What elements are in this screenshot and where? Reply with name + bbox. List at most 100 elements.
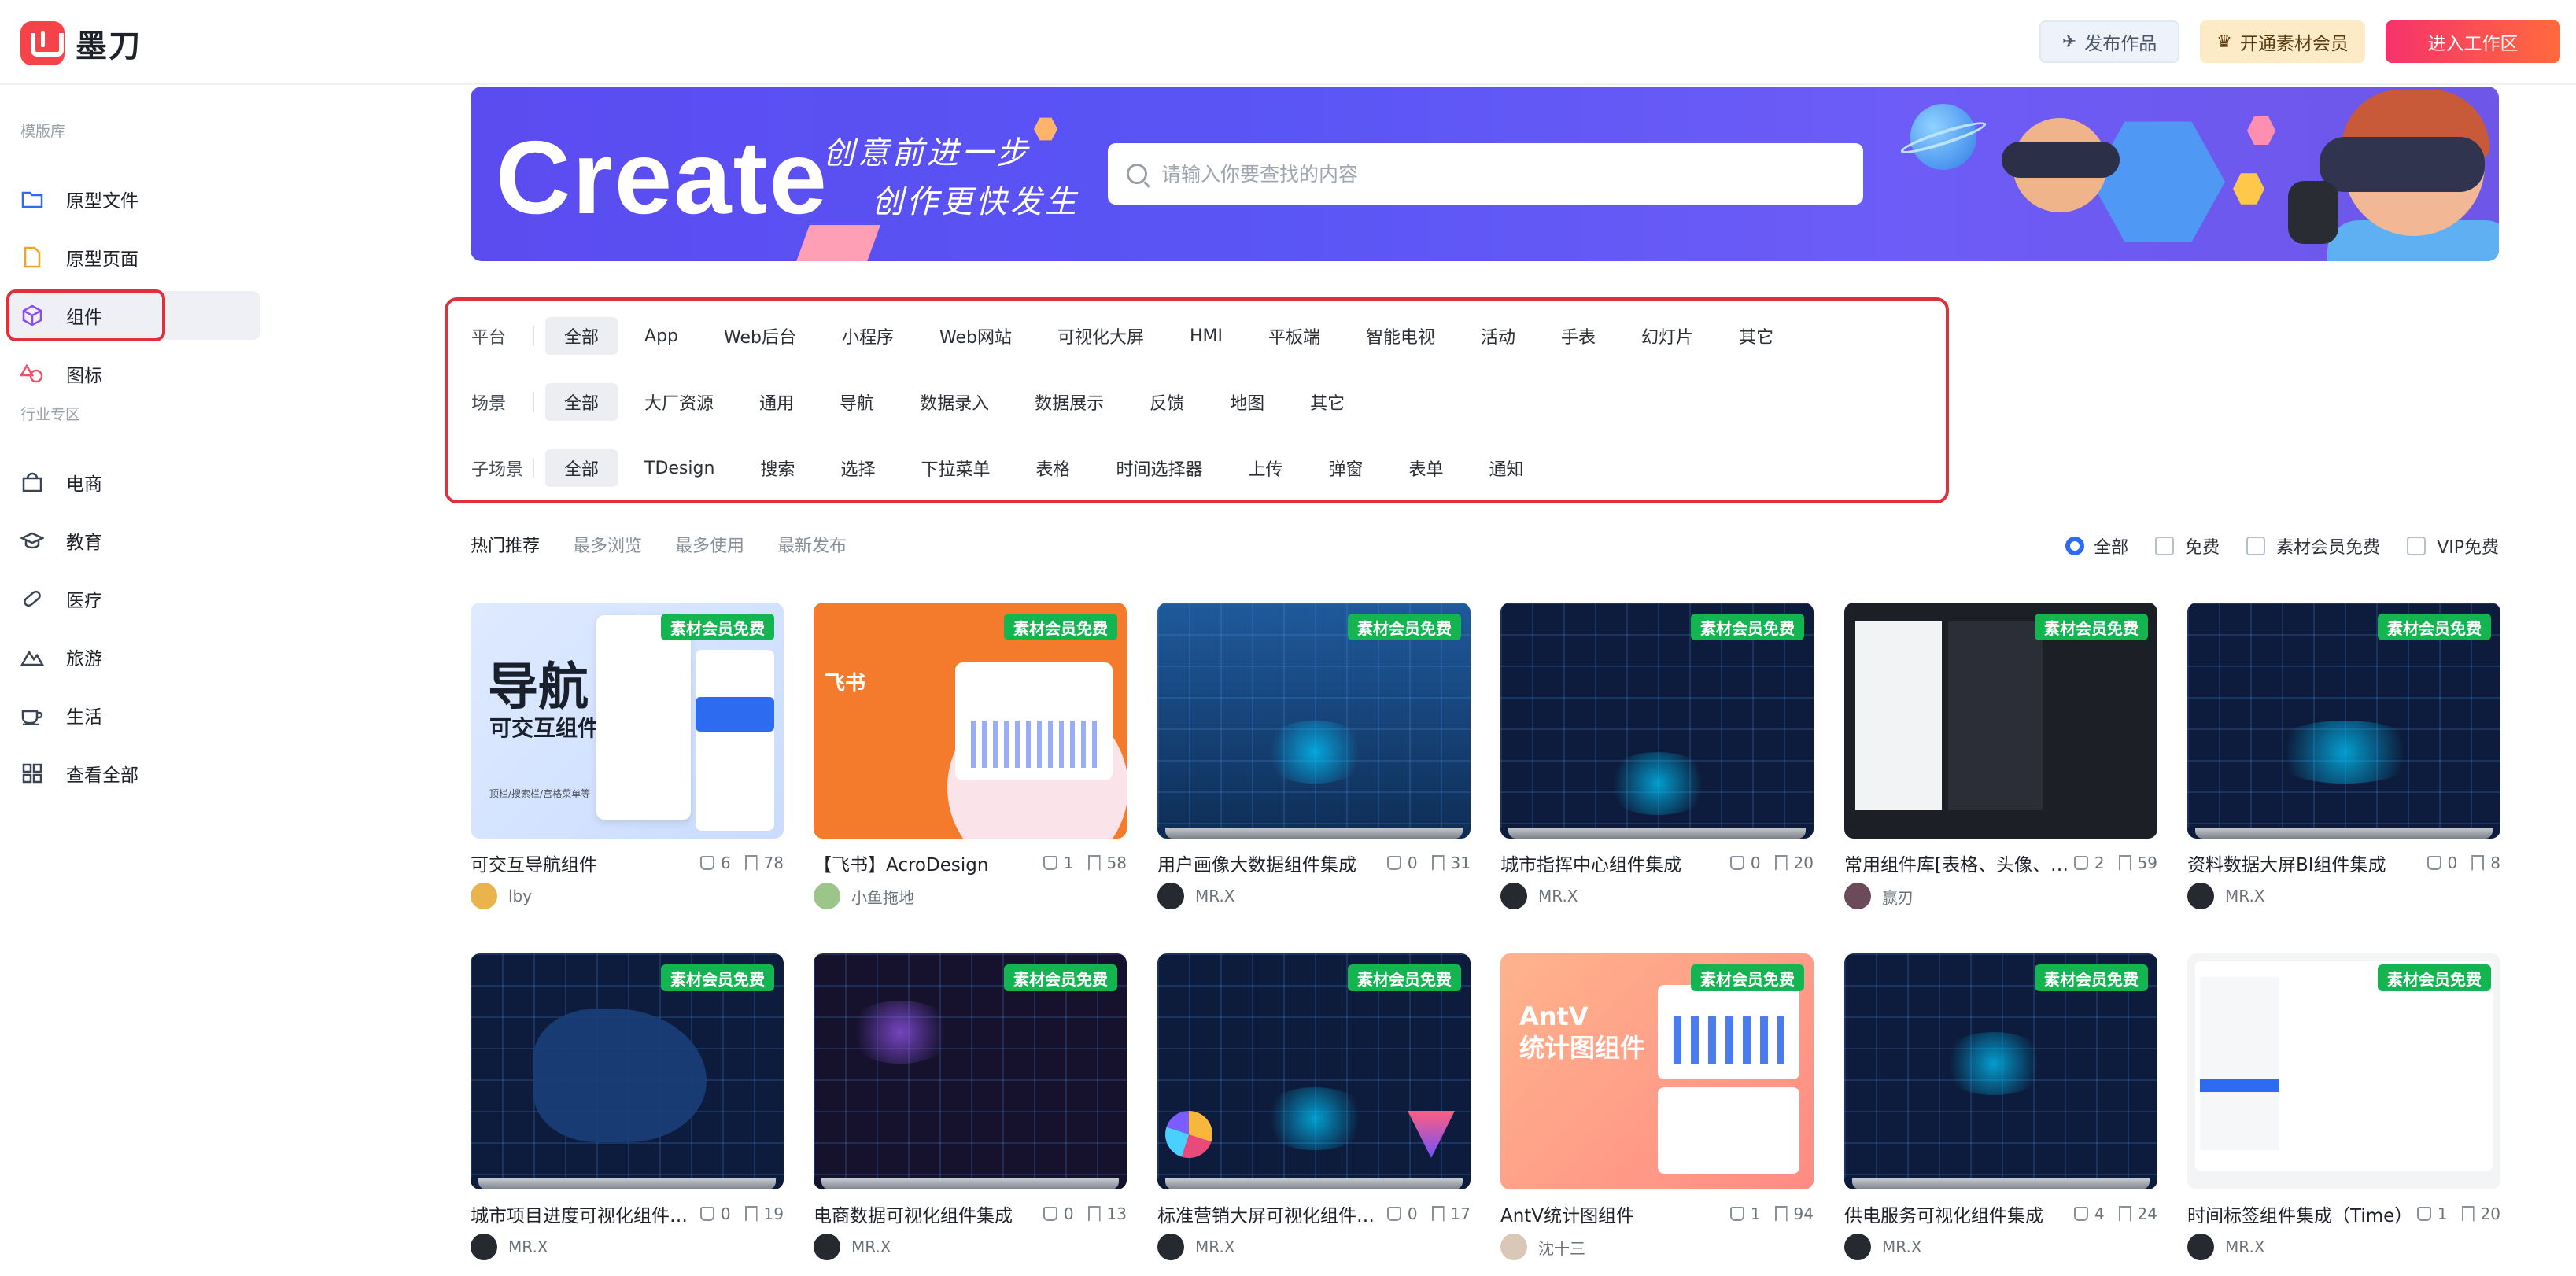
card-author[interactable]: MR.X bbox=[471, 1234, 784, 1260]
filter-chip[interactable]: 弹窗 bbox=[1310, 449, 1382, 487]
card-author[interactable]: MR.X bbox=[1157, 1234, 1471, 1260]
filter-chip[interactable]: 幻灯片 bbox=[1622, 317, 1712, 355]
card-title[interactable]: 标准营销大屏可视化组件… bbox=[1157, 1200, 1375, 1227]
filter-chip[interactable]: 大厂资源 bbox=[626, 383, 733, 421]
card-thumbnail[interactable]: 飞书 素材会员免费 bbox=[814, 603, 1127, 839]
card-title[interactable]: 资料数据大屏BI组件集成 bbox=[2187, 850, 2386, 876]
card-title[interactable]: 城市指挥中心组件集成 bbox=[1500, 850, 1681, 876]
option-member-free[interactable]: 素材会员免费 bbox=[2246, 533, 2380, 559]
filter-chip[interactable]: 导航 bbox=[821, 383, 893, 421]
filter-chip[interactable]: 全部 bbox=[545, 383, 618, 421]
filter-chip[interactable]: 搜索 bbox=[741, 449, 814, 487]
sidebar-item-education[interactable]: 教育 bbox=[9, 516, 260, 565]
card-thumbnail[interactable]: 素材会员免费 bbox=[1844, 603, 2157, 839]
logo[interactable]: 墨刀 bbox=[20, 20, 142, 66]
card-author[interactable]: 小鱼拖地 bbox=[814, 883, 1127, 909]
like-icon[interactable] bbox=[1729, 856, 1744, 870]
filter-chip[interactable]: 活动 bbox=[1462, 317, 1534, 355]
card-thumbnail[interactable]: 素材会员免费 bbox=[2187, 953, 2500, 1189]
filter-chip[interactable]: App bbox=[626, 317, 697, 355]
filter-chip[interactable]: 上传 bbox=[1230, 449, 1302, 487]
sidebar-item-components[interactable]: 组件 bbox=[6, 289, 260, 341]
like-icon[interactable] bbox=[2073, 856, 2088, 870]
filter-chip[interactable]: 时间选择器 bbox=[1097, 449, 1221, 487]
like-icon[interactable] bbox=[2427, 856, 2441, 870]
card-title[interactable]: 电商数据可视化组件集成 bbox=[814, 1200, 1013, 1227]
card-title[interactable]: AntV统计图组件 bbox=[1500, 1200, 1634, 1227]
sidebar-item-view-all[interactable]: 查看全部 bbox=[9, 749, 260, 798]
card-title[interactable]: 时间标签组件集成（Time） bbox=[2187, 1200, 2412, 1227]
filter-chip[interactable]: 手表 bbox=[1542, 317, 1615, 355]
sort-tab-newest[interactable]: 最新发布 bbox=[777, 532, 847, 557]
bookmark-icon[interactable] bbox=[1431, 855, 1445, 871]
template-card[interactable]: 飞书 素材会员免费 【飞书】AcroDesign 1 58 小鱼拖地 bbox=[814, 603, 1127, 909]
bookmark-icon[interactable] bbox=[744, 1206, 758, 1222]
card-title[interactable]: 【飞书】AcroDesign bbox=[814, 850, 988, 876]
card-author[interactable]: MR.X bbox=[814, 1234, 1127, 1260]
card-thumbnail[interactable]: 素材会员免费 bbox=[814, 953, 1127, 1189]
bookmark-icon[interactable] bbox=[2461, 1206, 2475, 1222]
vip-button[interactable]: ♛ 开通素材会员 bbox=[2200, 20, 2365, 63]
sort-tab-hot[interactable]: 热门推荐 bbox=[471, 532, 540, 557]
template-card[interactable]: 素材会员免费 电商数据可视化组件集成 0 13 MR.X bbox=[814, 953, 1127, 1260]
filter-chip[interactable]: 其它 bbox=[1720, 317, 1792, 355]
card-thumbnail[interactable]: 素材会员免费 bbox=[471, 953, 784, 1189]
template-card[interactable]: 素材会员免费 用户画像大数据组件集成 0 31 MR.X bbox=[1157, 603, 1471, 909]
sidebar-item-prototype-pages[interactable]: 原型页面 bbox=[9, 233, 260, 282]
bookmark-icon[interactable] bbox=[2118, 1206, 2131, 1222]
card-author[interactable]: MR.X bbox=[1157, 883, 1471, 909]
card-author[interactable]: 赢刃 bbox=[1844, 883, 2157, 909]
sidebar-item-life[interactable]: 生活 bbox=[9, 691, 260, 739]
bookmark-icon[interactable] bbox=[1087, 1206, 1101, 1222]
card-author[interactable]: 沈十三 bbox=[1500, 1234, 1814, 1260]
template-card[interactable]: 素材会员免费 城市指挥中心组件集成 0 20 MR.X bbox=[1500, 603, 1814, 909]
filter-chip[interactable]: 反馈 bbox=[1131, 383, 1203, 421]
card-thumbnail[interactable]: AntV 统计图组件 素材会员免费 bbox=[1500, 953, 1814, 1189]
sort-tab-usage[interactable]: 最多使用 bbox=[675, 532, 744, 557]
filter-chip[interactable]: 下拉菜单 bbox=[902, 449, 1009, 487]
filter-chip[interactable]: Web后台 bbox=[705, 317, 815, 355]
filter-chip[interactable]: 通用 bbox=[740, 383, 813, 421]
filter-chip[interactable]: Web网站 bbox=[921, 317, 1031, 355]
filter-chip[interactable]: 全部 bbox=[545, 317, 618, 355]
filter-chip[interactable]: 表格 bbox=[1017, 449, 1089, 487]
filter-chip[interactable]: 智能电视 bbox=[1347, 317, 1454, 355]
filter-chip[interactable]: TDesign bbox=[626, 449, 733, 487]
like-icon[interactable] bbox=[2416, 1207, 2431, 1221]
card-title[interactable]: 城市项目进度可视化组件… bbox=[471, 1200, 688, 1227]
card-author[interactable]: MR.X bbox=[1844, 1234, 2157, 1260]
search-input[interactable] bbox=[1161, 162, 1838, 186]
filter-chip[interactable]: 地图 bbox=[1211, 383, 1283, 421]
bookmark-icon[interactable] bbox=[744, 855, 758, 871]
card-thumbnail[interactable]: 素材会员免费 bbox=[2187, 603, 2500, 839]
card-thumbnail[interactable]: 素材会员免费 bbox=[1500, 603, 1814, 839]
card-title[interactable]: 供电服务可视化组件集成 bbox=[1844, 1200, 2043, 1227]
card-author[interactable]: MR.X bbox=[2187, 883, 2500, 909]
card-author[interactable]: lby bbox=[471, 883, 784, 909]
template-card[interactable]: 素材会员免费 资料数据大屏BI组件集成 08 MR.X bbox=[2187, 603, 2500, 909]
filter-chip[interactable]: 数据录入 bbox=[901, 383, 1008, 421]
template-card[interactable]: 素材会员免费 时间标签组件集成（Time） 1 20 MR.X bbox=[2187, 953, 2500, 1260]
card-title[interactable]: 常用组件库[表格、头像、… bbox=[1844, 850, 2069, 876]
filter-chip[interactable]: HMI bbox=[1171, 317, 1242, 355]
bookmark-icon[interactable] bbox=[1774, 1206, 1788, 1222]
sidebar-item-icons[interactable]: 图标 bbox=[9, 349, 260, 398]
like-icon[interactable] bbox=[699, 1207, 714, 1221]
card-thumbnail[interactable]: 素材会员免费 bbox=[1157, 603, 1471, 839]
like-icon[interactable] bbox=[1386, 856, 1401, 870]
like-icon[interactable] bbox=[699, 856, 714, 870]
bookmark-icon[interactable] bbox=[2118, 855, 2131, 871]
publish-button[interactable]: ✈ 发布作品 bbox=[2039, 20, 2179, 63]
sidebar-item-prototype-files[interactable]: 原型文件 bbox=[9, 175, 260, 223]
filter-chip[interactable]: 其它 bbox=[1291, 383, 1364, 421]
like-icon[interactable] bbox=[1729, 1207, 1744, 1221]
filter-chip[interactable]: 通知 bbox=[1471, 449, 1543, 487]
card-title[interactable]: 可交互导航组件 bbox=[471, 850, 597, 876]
enter-workspace-button[interactable]: 进入工作区 bbox=[2386, 20, 2560, 63]
bookmark-icon[interactable] bbox=[1431, 1206, 1445, 1222]
sidebar-item-travel[interactable]: 旅游 bbox=[9, 632, 260, 681]
filter-chip[interactable]: 数据展示 bbox=[1016, 383, 1123, 421]
option-vip-free[interactable]: VIP免费 bbox=[2407, 533, 2499, 559]
like-icon[interactable] bbox=[2073, 1207, 2088, 1221]
filter-chip[interactable]: 可视化大屏 bbox=[1039, 317, 1163, 355]
